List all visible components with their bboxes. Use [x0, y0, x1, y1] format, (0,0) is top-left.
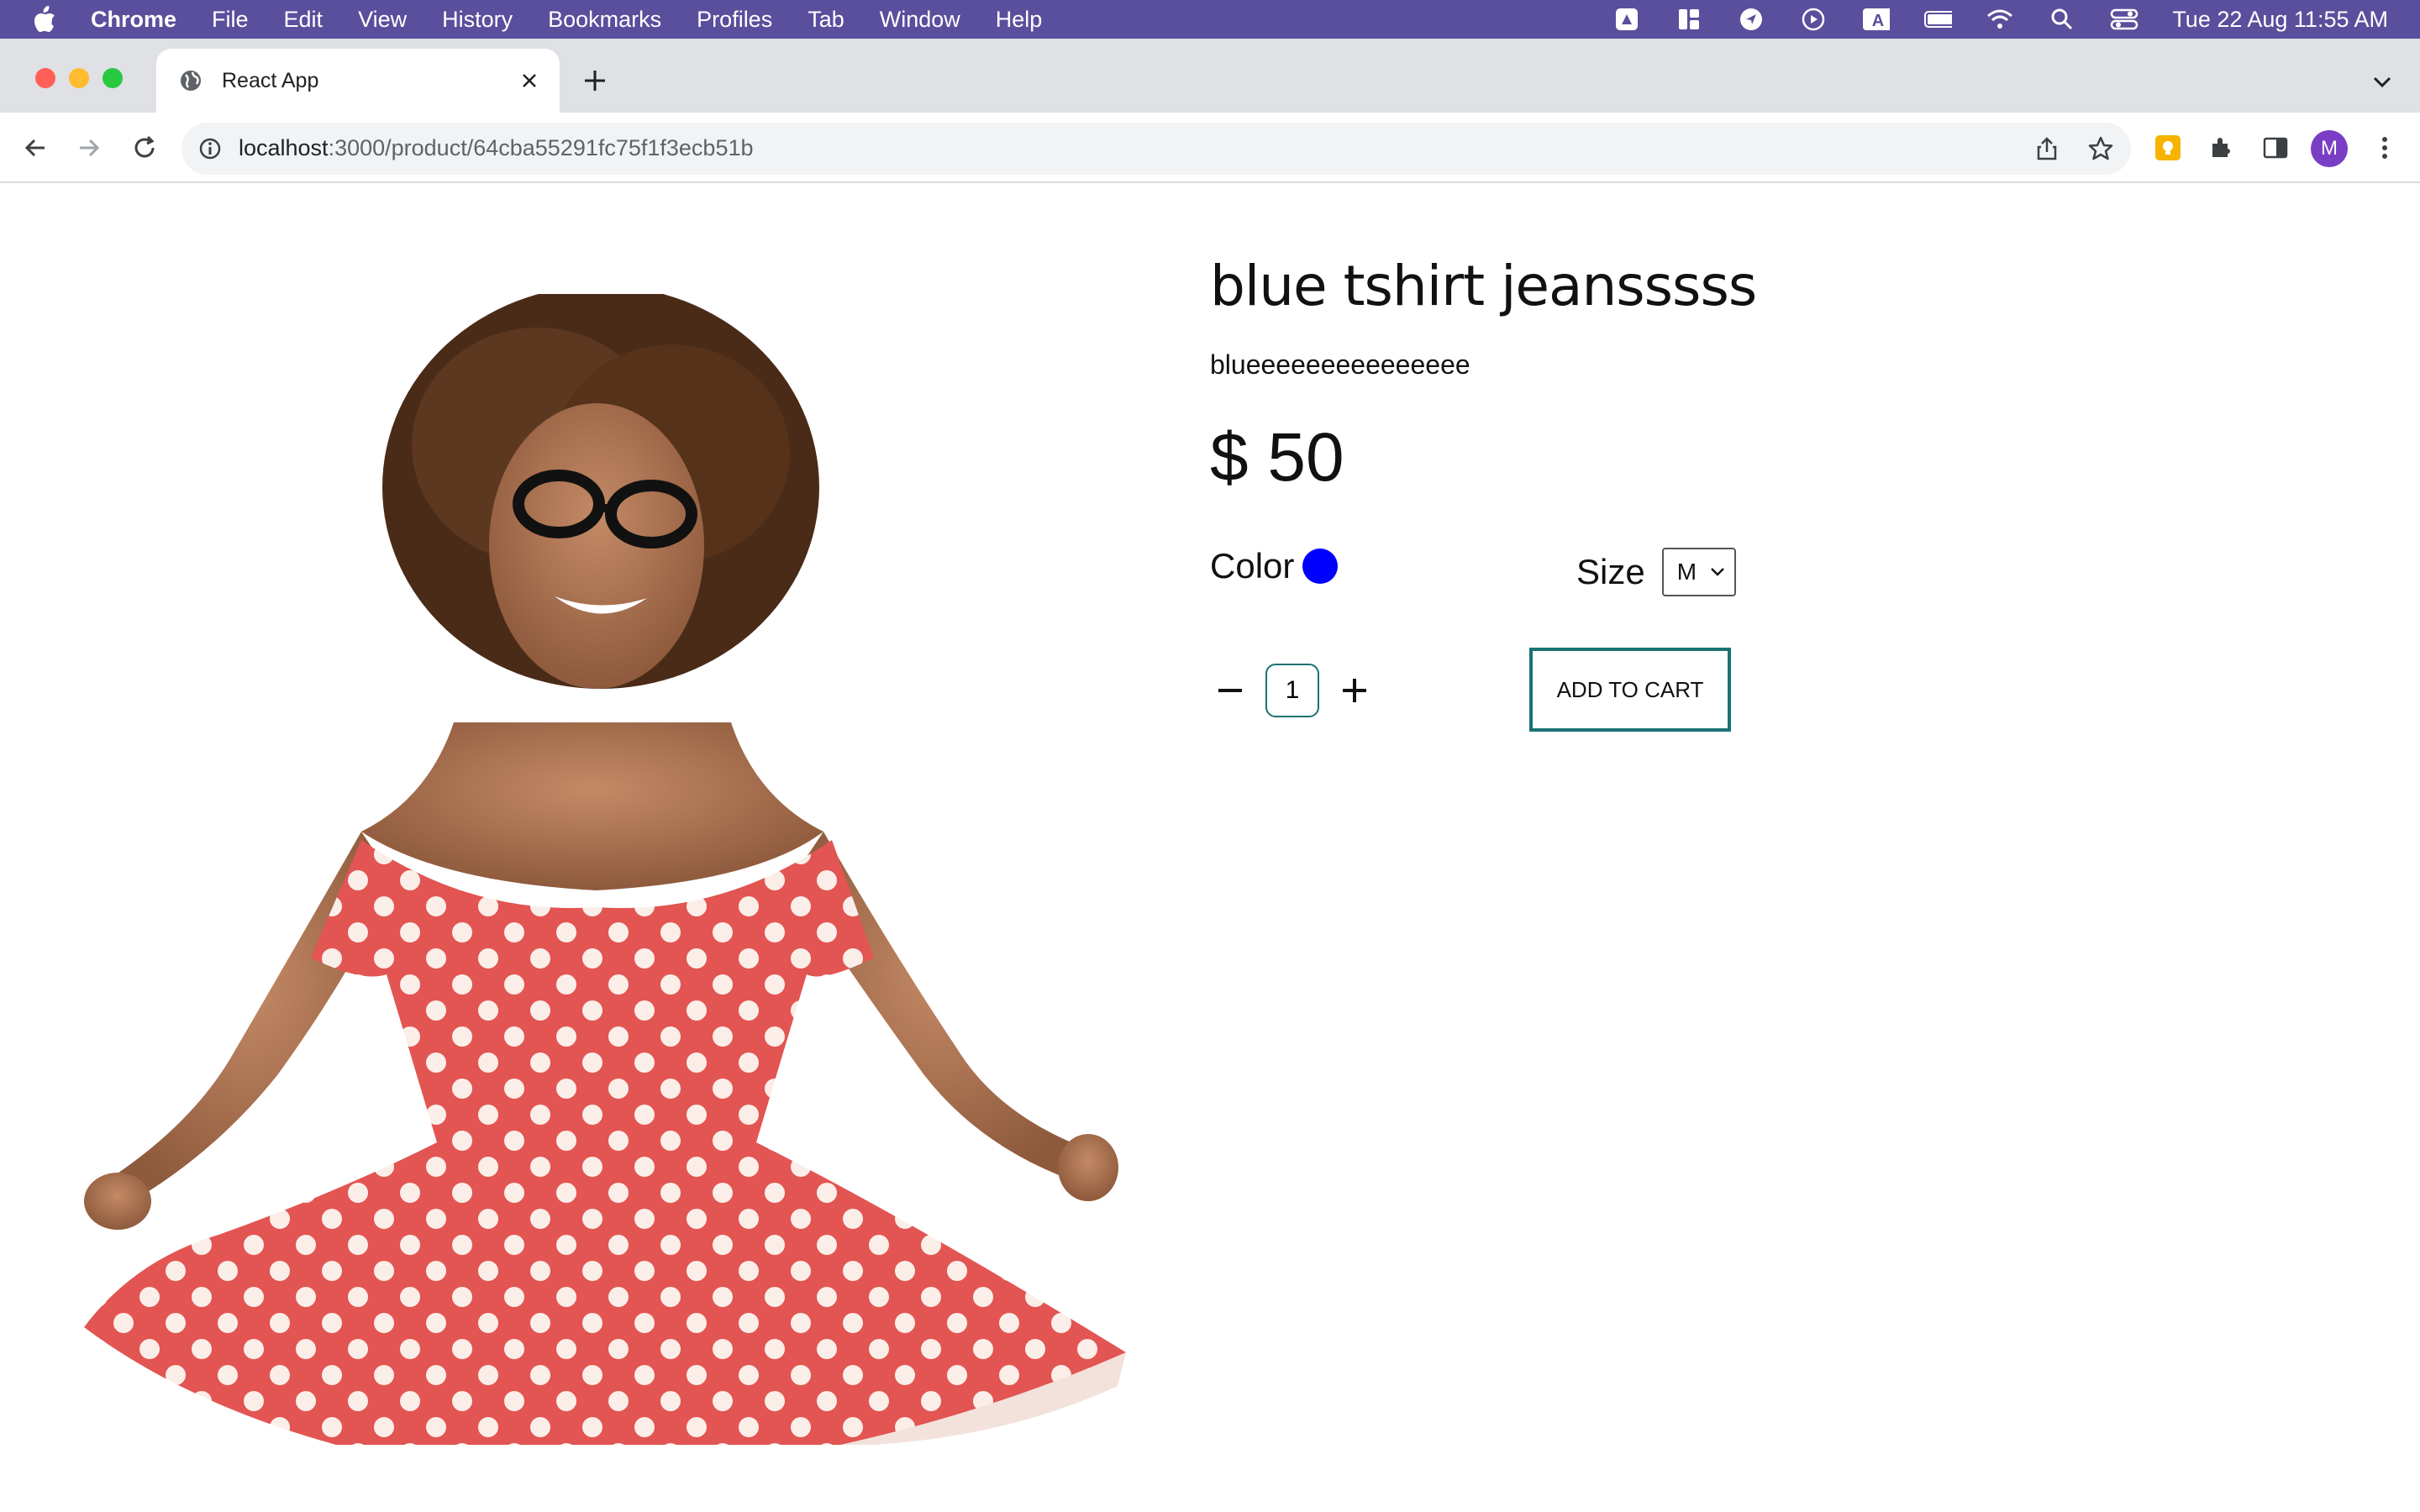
macos-menubar: Chrome File Edit View History Bookmarks … — [0, 0, 2420, 39]
extension-keep-icon[interactable] — [2151, 131, 2185, 165]
size-select[interactable]: M — [1661, 548, 1736, 596]
size-label: Size — [1576, 552, 1645, 591]
tab-strip: React App — [0, 39, 2420, 113]
menu-edit[interactable]: Edit — [284, 7, 324, 33]
address-bar[interactable]: localhost:3000/product/64cba55291fc75f1f… — [182, 123, 2131, 175]
bookmark-star-icon[interactable] — [2087, 135, 2114, 162]
decrease-quantity-button[interactable] — [1210, 670, 1250, 711]
url-host: localhost — [239, 135, 329, 160]
menu-app-chrome[interactable]: Chrome — [91, 7, 176, 33]
menu-window[interactable]: Window — [880, 7, 960, 33]
new-tab-plus-icon[interactable] — [580, 66, 610, 96]
close-window-button[interactable] — [35, 68, 55, 88]
minimize-window-button[interactable] — [69, 68, 89, 88]
fullscreen-window-button[interactable] — [103, 68, 123, 88]
battery-icon[interactable] — [1923, 7, 1953, 32]
wifi-icon[interactable] — [1986, 7, 2014, 32]
navigation-icon[interactable] — [1737, 7, 1765, 32]
menubar-status-area: A Tue 22 Aug 11:55 AM — [1612, 0, 2388, 39]
profile-avatar[interactable]: M — [2311, 130, 2348, 167]
product-image — [84, 294, 1126, 1445]
quantity-stepper: 1 — [1210, 664, 1375, 717]
svg-text:A: A — [1872, 12, 1884, 30]
menu-view[interactable]: View — [358, 7, 407, 33]
layout-icon[interactable] — [1675, 7, 1703, 32]
chrome-menu-icon[interactable] — [2368, 131, 2402, 165]
reload-button[interactable] — [128, 131, 161, 165]
control-center-icon[interactable] — [2110, 7, 2139, 32]
color-filter: Color — [1210, 546, 1339, 586]
play-icon[interactable] — [1799, 7, 1828, 32]
extensions-puzzle-icon[interactable] — [2205, 131, 2238, 165]
increase-quantity-button[interactable] — [1334, 670, 1375, 711]
reload-icon — [134, 135, 155, 158]
chevron-down-icon — [1710, 568, 1724, 576]
product-price: $ 50 — [1210, 419, 1344, 496]
add-to-cart-button[interactable]: ADD TO CART — [1529, 648, 1731, 732]
back-button[interactable] — [18, 131, 52, 165]
tab-title: React App — [222, 68, 319, 92]
forward-arrow-icon — [80, 139, 100, 157]
back-arrow-icon — [24, 139, 45, 157]
menu-history[interactable]: History — [442, 7, 513, 33]
color-swatch-blue[interactable] — [1302, 549, 1339, 584]
spotlight-search-icon[interactable] — [2048, 7, 2076, 32]
size-filter: Size M — [1576, 548, 1736, 596]
menu-file[interactable]: File — [212, 7, 249, 33]
minus-icon — [1218, 689, 1242, 692]
site-info-icon[interactable] — [198, 137, 222, 160]
color-label: Color — [1210, 546, 1295, 585]
menu-bookmarks[interactable]: Bookmarks — [548, 7, 661, 33]
close-tab-icon[interactable] — [518, 69, 541, 92]
product-description: blueeeeeeeeeeeeeee — [1210, 349, 1470, 380]
quantity-value: 1 — [1265, 664, 1319, 717]
share-icon[interactable] — [2033, 135, 2060, 162]
input-source-icon[interactable]: A — [1861, 7, 1891, 32]
menu-help[interactable]: Help — [996, 7, 1043, 33]
tab-search-chevron-icon[interactable] — [2370, 72, 2395, 92]
drive-icon[interactable] — [1612, 7, 1641, 32]
product-page: blue tshirt jeansssss blueeeeeeeeeeeeeee… — [0, 185, 2420, 1512]
url-path: :3000/product/64cba55291fc75f1f3ecb51b — [328, 135, 754, 160]
globe-icon — [181, 71, 201, 91]
plus-icon — [1343, 679, 1366, 702]
size-select-value: M — [1676, 559, 1697, 585]
menu-tab[interactable]: Tab — [808, 7, 844, 33]
browser-toolbar: localhost:3000/product/64cba55291fc75f1f… — [0, 113, 2420, 183]
apple-icon[interactable] — [32, 6, 57, 33]
product-title: blue tshirt jeansssss — [1210, 254, 1757, 318]
side-panel-icon[interactable] — [2259, 131, 2292, 165]
forward-button[interactable] — [72, 131, 106, 165]
menu-profiles[interactable]: Profiles — [697, 7, 772, 33]
tab-react-app[interactable]: React App — [156, 49, 560, 113]
url-text[interactable]: localhost:3000/product/64cba55291fc75f1f… — [239, 135, 754, 161]
menubar-clock[interactable]: Tue 22 Aug 11:55 AM — [2172, 7, 2388, 33]
